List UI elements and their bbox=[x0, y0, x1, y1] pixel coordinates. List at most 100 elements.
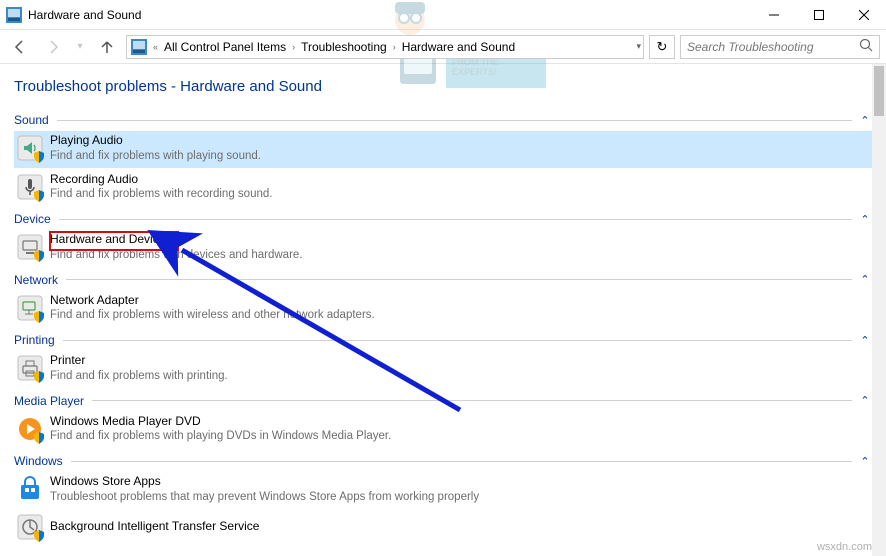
chevron-down-icon[interactable]: ▾ bbox=[636, 41, 641, 52]
printer-icon bbox=[16, 354, 44, 382]
window-title: Hardware and Sound bbox=[28, 8, 751, 22]
section-header[interactable]: Sound ⌃ bbox=[14, 113, 872, 127]
item-title: Windows Store Apps bbox=[50, 474, 479, 490]
search-input[interactable] bbox=[681, 40, 853, 54]
address-bar: ▾ « All Control Panel Items › Troublesho… bbox=[0, 30, 886, 64]
troubleshooter-item[interactable]: Hardware and Devices Find and fix proble… bbox=[14, 230, 872, 267]
section-divider bbox=[92, 400, 852, 401]
shield-icon bbox=[32, 370, 46, 384]
item-description: Troubleshoot problems that may prevent W… bbox=[50, 490, 479, 505]
item-text: Hardware and Devices Find and fix proble… bbox=[50, 232, 303, 263]
item-description: Find and fix problems with printing. bbox=[50, 369, 228, 384]
search-box[interactable] bbox=[680, 35, 880, 59]
maximize-button[interactable] bbox=[796, 0, 841, 29]
chevron-left-icon[interactable]: « bbox=[151, 42, 160, 52]
chevron-right-icon: › bbox=[290, 42, 297, 52]
item-description: Find and fix problems with wireless and … bbox=[50, 308, 375, 323]
shield-icon bbox=[32, 431, 46, 445]
item-title: Windows Media Player DVD bbox=[50, 414, 391, 430]
section-header[interactable]: Printing ⌃ bbox=[14, 333, 872, 347]
shield-icon bbox=[32, 529, 46, 543]
device-icon bbox=[16, 233, 44, 261]
troubleshooter-item[interactable]: Playing Audio Find and fix problems with… bbox=[14, 131, 872, 168]
collapse-icon[interactable]: ⌃ bbox=[858, 114, 872, 127]
collapse-icon[interactable]: ⌃ bbox=[858, 334, 872, 347]
section-header[interactable]: Network ⌃ bbox=[14, 273, 872, 287]
breadcrumb-item[interactable]: All Control Panel Items bbox=[160, 40, 290, 54]
collapse-icon[interactable]: ⌃ bbox=[858, 455, 872, 468]
shield-icon bbox=[32, 150, 46, 164]
network-icon bbox=[16, 294, 44, 322]
section-divider bbox=[66, 279, 852, 280]
troubleshooter-item[interactable]: Background Intelligent Transfer Service bbox=[14, 511, 872, 545]
vertical-scrollbar[interactable] bbox=[872, 64, 886, 556]
bits-icon bbox=[16, 513, 44, 541]
shield-icon bbox=[32, 249, 46, 263]
item-description: Find and fix problems with playing DVDs … bbox=[50, 429, 391, 444]
close-button[interactable] bbox=[841, 0, 886, 29]
section-title: Device bbox=[14, 212, 51, 226]
history-dropdown[interactable]: ▾ bbox=[72, 33, 88, 61]
shield-icon bbox=[32, 189, 46, 203]
item-text: Windows Media Player DVD Find and fix pr… bbox=[50, 414, 391, 445]
control-panel-icon bbox=[131, 39, 147, 55]
control-panel-icon bbox=[6, 7, 22, 23]
section-title: Printing bbox=[14, 333, 55, 347]
chevron-right-icon: › bbox=[391, 42, 398, 52]
titlebar: Hardware and Sound bbox=[0, 0, 886, 30]
item-title: Background Intelligent Transfer Service bbox=[50, 519, 259, 535]
item-description: Find and fix problems with playing sound… bbox=[50, 149, 261, 164]
breadcrumb-item[interactable]: Troubleshooting bbox=[297, 40, 391, 54]
section-divider bbox=[71, 461, 852, 462]
section-divider bbox=[59, 219, 852, 220]
wmp-icon bbox=[16, 415, 44, 443]
store-icon bbox=[16, 475, 44, 503]
item-text: Recording Audio Find and fix problems wi… bbox=[50, 172, 272, 203]
section-divider bbox=[63, 340, 852, 341]
scrollbar-thumb[interactable] bbox=[874, 66, 884, 116]
up-button[interactable] bbox=[93, 33, 121, 61]
back-button[interactable] bbox=[6, 33, 34, 61]
troubleshooter-item[interactable]: Network Adapter Find and fix problems wi… bbox=[14, 291, 872, 328]
shield-icon bbox=[32, 310, 46, 324]
item-description: Find and fix problems with devices and h… bbox=[50, 248, 303, 263]
item-text: Network Adapter Find and fix problems wi… bbox=[50, 293, 375, 324]
item-text: Printer Find and fix problems with print… bbox=[50, 353, 228, 384]
minimize-button[interactable] bbox=[751, 0, 796, 29]
item-text: Windows Store Apps Troubleshoot problems… bbox=[50, 474, 479, 505]
troubleshooter-item[interactable]: Recording Audio Find and fix problems wi… bbox=[14, 170, 872, 207]
item-title: Hardware and Devices bbox=[50, 232, 303, 248]
mic-icon bbox=[16, 173, 44, 201]
section-header[interactable]: Media Player ⌃ bbox=[14, 394, 872, 408]
search-icon[interactable] bbox=[853, 38, 879, 55]
collapse-icon[interactable]: ⌃ bbox=[858, 213, 872, 226]
section-title: Network bbox=[14, 273, 58, 287]
troubleshooter-item[interactable]: Windows Media Player DVD Find and fix pr… bbox=[14, 412, 872, 449]
collapse-icon[interactable]: ⌃ bbox=[858, 394, 872, 407]
breadcrumb[interactable]: « All Control Panel Items › Troubleshoot… bbox=[126, 35, 644, 59]
section-divider bbox=[57, 120, 852, 121]
page-title: Troubleshoot problems - Hardware and Sou… bbox=[14, 78, 872, 95]
section-title: Sound bbox=[14, 113, 49, 127]
collapse-icon[interactable]: ⌃ bbox=[858, 273, 872, 286]
window-controls bbox=[751, 0, 886, 29]
section-title: Windows bbox=[14, 454, 63, 468]
section-title: Media Player bbox=[14, 394, 84, 408]
watermark-footer: wsxdn.com bbox=[817, 541, 872, 553]
item-title: Printer bbox=[50, 353, 228, 369]
section-header[interactable]: Device ⌃ bbox=[14, 212, 872, 226]
forward-button[interactable] bbox=[39, 33, 67, 61]
troubleshooter-item[interactable]: Printer Find and fix problems with print… bbox=[14, 351, 872, 388]
section-header[interactable]: Windows ⌃ bbox=[14, 454, 872, 468]
speaker-icon bbox=[16, 134, 44, 162]
item-text: Background Intelligent Transfer Service bbox=[50, 519, 259, 535]
item-title: Network Adapter bbox=[50, 293, 375, 309]
content-area: Troubleshoot problems - Hardware and Sou… bbox=[0, 64, 886, 556]
troubleshooter-item[interactable]: Windows Store Apps Troubleshoot problems… bbox=[14, 472, 872, 509]
refresh-button[interactable]: ↻ bbox=[649, 35, 675, 59]
breadcrumb-item[interactable]: Hardware and Sound bbox=[398, 40, 519, 54]
item-title: Playing Audio bbox=[50, 133, 261, 149]
item-description: Find and fix problems with recording sou… bbox=[50, 187, 272, 202]
item-title: Recording Audio bbox=[50, 172, 272, 188]
item-text: Playing Audio Find and fix problems with… bbox=[50, 133, 261, 164]
